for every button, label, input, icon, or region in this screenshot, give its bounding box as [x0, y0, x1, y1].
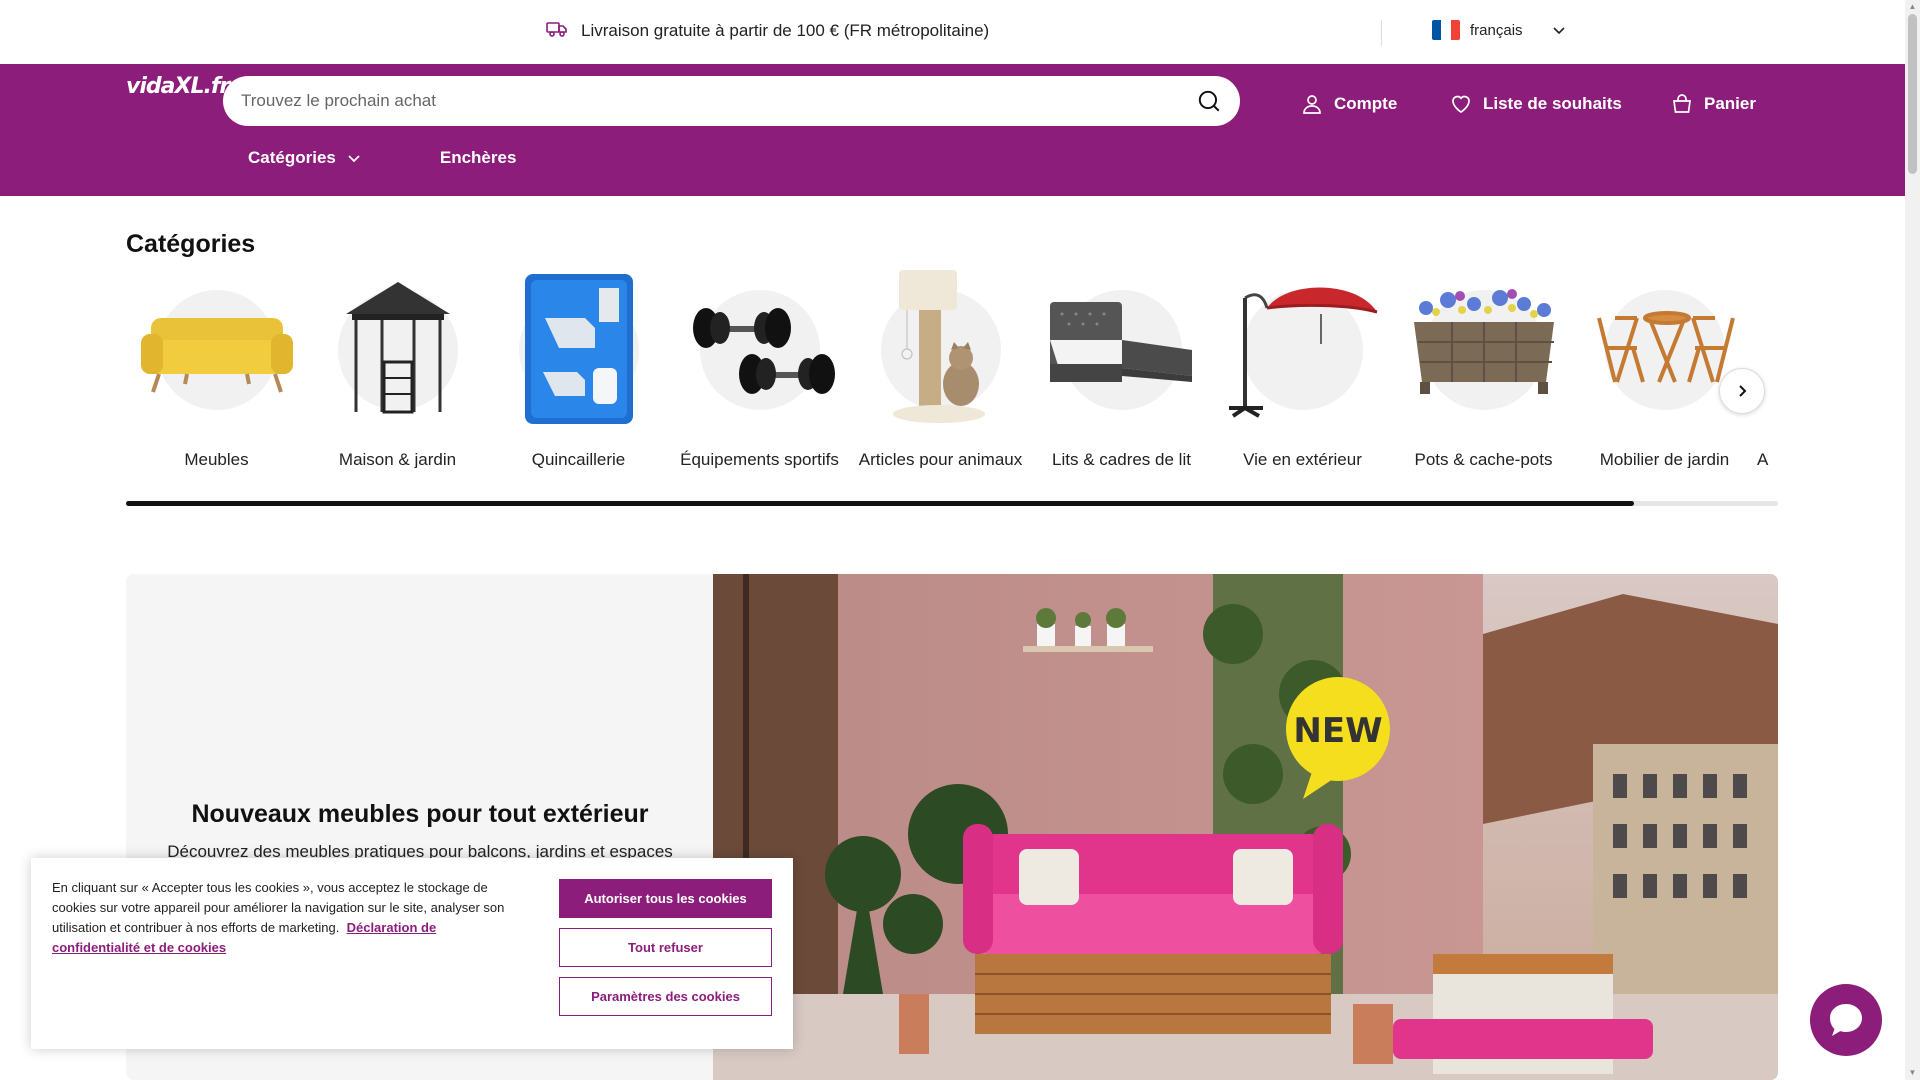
gazebo-icon	[345, 282, 450, 414]
sofa-icon	[140, 318, 293, 393]
basket-icon	[1673, 94, 1691, 113]
category-label: Maison & jardin	[338, 450, 457, 468]
category-item-garden-furniture[interactable]: Mobilier de jardin	[1574, 268, 1755, 468]
category-item-outdoor[interactable]: Vie en extérieur	[1212, 268, 1393, 468]
category-label: Quincaillerie	[531, 450, 626, 468]
category-item-beds[interactable]: Lits & cadres de lit	[1031, 268, 1212, 468]
chat-bubble-icon	[1830, 1004, 1862, 1036]
vidaxl-logo[interactable]: vidaXL.fr	[126, 74, 230, 99]
search-bar	[223, 76, 1240, 126]
category-label: Meubles	[184, 450, 249, 468]
category-label: Mobilier de jardin	[1599, 450, 1730, 468]
account-label: Compte	[1334, 94, 1398, 113]
category-item-pets[interactable]: Articles pour animaux	[850, 268, 1031, 468]
search-input[interactable]	[241, 91, 1196, 111]
cookie-banner: En cliquant sur « Accepter tous les cook…	[31, 858, 793, 1049]
cart-label: Panier	[1704, 94, 1756, 113]
dumbbell-icon	[692, 308, 835, 394]
user-icon	[1303, 95, 1321, 114]
wishlist-label: Liste de souhaits	[1483, 94, 1622, 113]
france-flag-icon	[1432, 20, 1460, 40]
category-label: Équipements sportifs	[680, 450, 839, 468]
category-item-partial[interactable]: A	[1755, 268, 1778, 468]
category-item-planters[interactable]: Pots & cache-pots	[1393, 268, 1574, 468]
search-icon[interactable]	[1196, 88, 1222, 114]
delivery-truck-icon	[545, 16, 569, 45]
page-scrollbar[interactable]: ▲ ▼	[1905, 0, 1920, 1080]
category-item-home-garden[interactable]: Maison & jardin	[307, 268, 488, 468]
auctions-link[interactable]: Enchères	[440, 148, 517, 168]
cookie-text: En cliquant sur « Accepter tous les cook…	[52, 878, 522, 958]
cookie-settings-button[interactable]: Paramètres des cookies	[559, 977, 772, 1016]
scroll-up-arrow-icon[interactable]: ▲	[1908, 2, 1917, 11]
category-label: Pots & cache-pots	[1414, 450, 1553, 468]
carousel-next-button[interactable]	[1719, 368, 1765, 414]
category-item-sports[interactable]: Équipements sportifs	[669, 268, 850, 468]
new-badge: NEW	[1293, 711, 1382, 751]
planter-icon	[1413, 289, 1554, 394]
category-label: Vie en extérieur	[1243, 450, 1362, 468]
account-link[interactable]: Compte	[1300, 92, 1397, 116]
promo-text: Livraison gratuite à partir de 100 € (FR…	[581, 20, 990, 40]
hero-title: Nouveaux meubles pour tout extérieur	[191, 800, 649, 828]
bed-icon	[1049, 302, 1192, 382]
auctions-label: Enchères	[439, 148, 517, 167]
chevron-down-icon	[348, 155, 360, 163]
cookie-message: En cliquant sur « Accepter tous les cook…	[52, 880, 505, 935]
categories-menu[interactable]: Catégories	[248, 148, 362, 168]
chevron-right-icon	[1739, 385, 1747, 397]
accept-all-cookies-button[interactable]: Autoriser tous les cookies	[559, 879, 772, 918]
free-delivery-promo: Livraison gratuite à partir de 100 € (FR…	[545, 16, 989, 45]
page-scrollbar-thumb[interactable]	[1908, 14, 1917, 174]
toolbox-icon	[524, 274, 633, 424]
carousel-scrollbar[interactable]	[126, 501, 1778, 506]
categories-carousel: Meubles Maison & jardin Quincaillerie Éq…	[126, 268, 1778, 468]
top-info-bar: Livraison gratuite à partir de 100 € (FR…	[0, 0, 1905, 64]
heart-icon	[1452, 95, 1470, 114]
category-item-furniture[interactable]: Meubles	[126, 268, 307, 468]
categories-heading: Catégories	[126, 230, 256, 258]
category-item-hardware[interactable]: Quincaillerie	[488, 268, 669, 468]
category-label: Lits & cadres de lit	[1052, 450, 1191, 468]
category-label: A	[1757, 450, 1769, 468]
categories-menu-label: Catégories	[248, 148, 336, 167]
chevron-down-icon	[1552, 27, 1565, 35]
topbar-divider	[1381, 20, 1382, 46]
scroll-down-arrow-icon[interactable]: ▼	[1908, 1068, 1917, 1077]
cat-tree-icon	[892, 270, 985, 423]
parasol-icon	[1228, 287, 1377, 418]
cart-link[interactable]: Panier	[1670, 92, 1756, 116]
main-header: vidaXL.fr Compte Liste de souhaits Panie…	[0, 64, 1905, 196]
carousel-scrollbar-thumb[interactable]	[126, 501, 1635, 506]
language-selector[interactable]: français	[1432, 20, 1567, 40]
sub-navigation: Catégories Enchères	[248, 148, 516, 168]
language-label: français	[1470, 21, 1523, 39]
bistro-set-icon	[1596, 311, 1735, 383]
wishlist-link[interactable]: Liste de souhaits	[1449, 92, 1622, 116]
category-label: Articles pour animaux	[858, 450, 1023, 468]
hero-image: NEW	[713, 574, 1778, 1080]
chat-button[interactable]	[1810, 984, 1882, 1056]
reject-all-cookies-button[interactable]: Tout refuser	[559, 928, 772, 967]
